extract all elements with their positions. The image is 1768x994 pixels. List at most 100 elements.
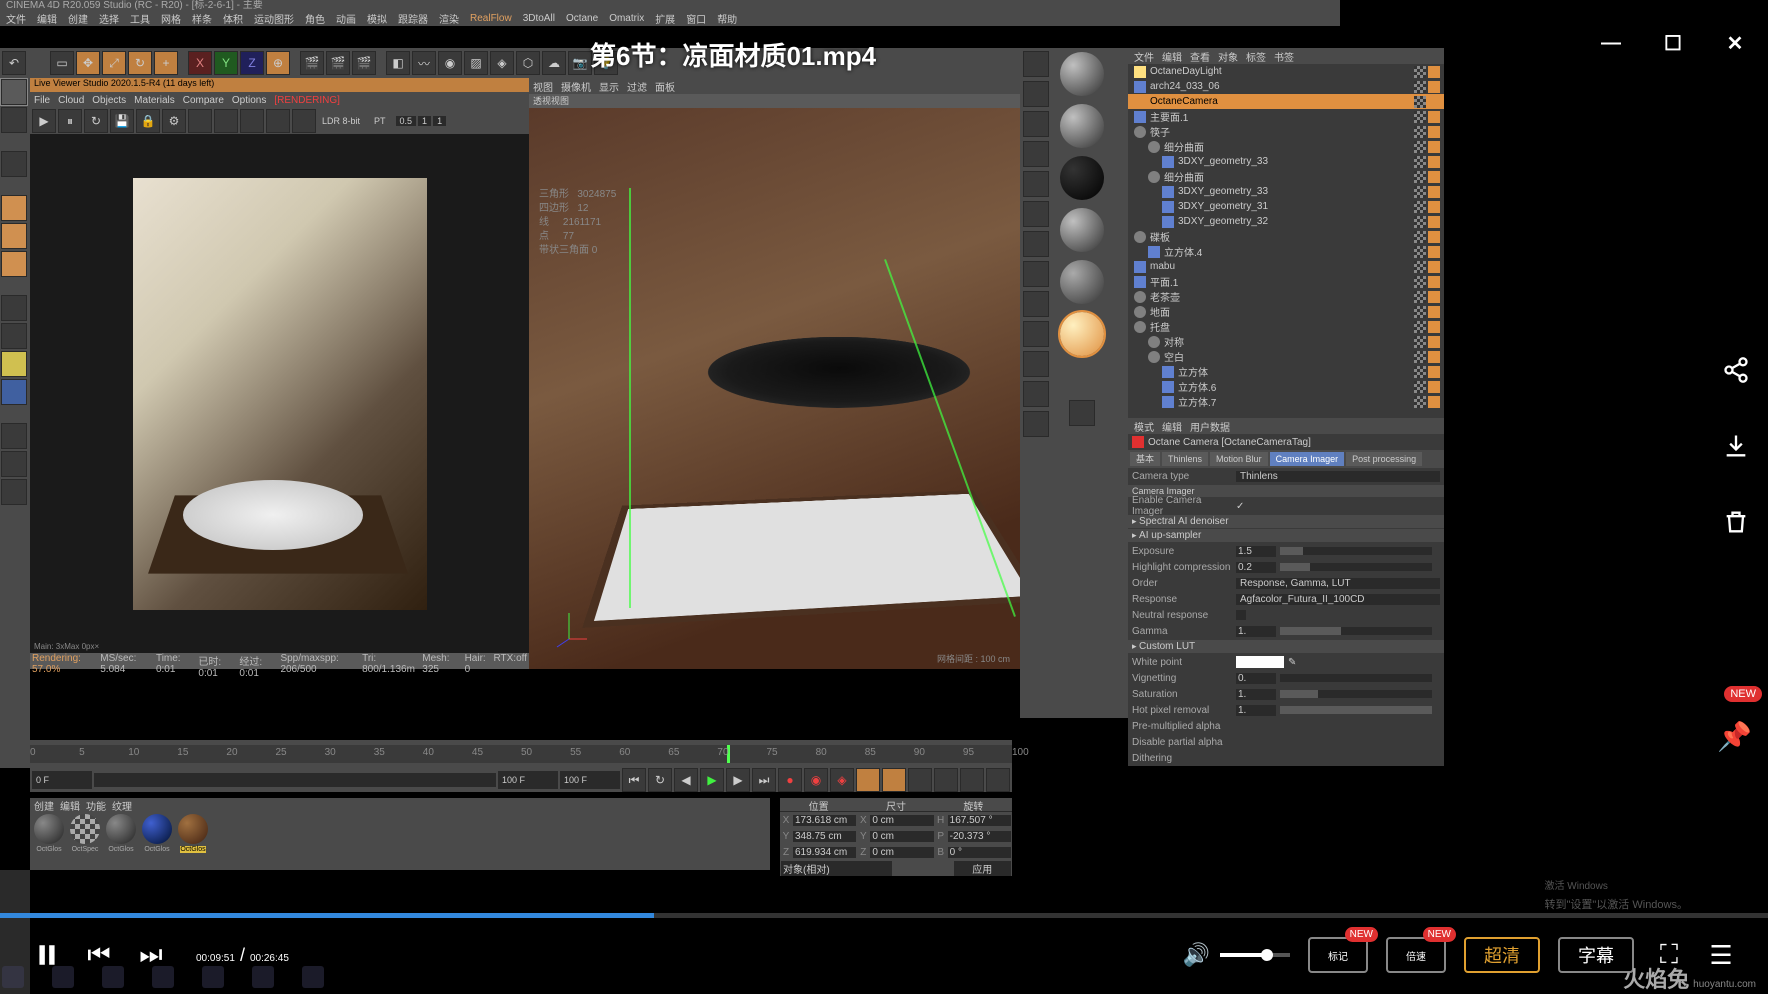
mat-tab[interactable]: 纹理 bbox=[112, 798, 132, 813]
world-toggle[interactable]: ⊕ bbox=[266, 51, 290, 75]
tag-icon[interactable] bbox=[1414, 171, 1426, 183]
tag-icon[interactable] bbox=[1428, 246, 1440, 258]
tag-icon[interactable] bbox=[1414, 186, 1426, 198]
speaker-icon[interactable]: 🔊 bbox=[1183, 942, 1210, 968]
lv-menu-item[interactable]: Materials bbox=[134, 95, 175, 106]
deformer-icon[interactable]: ▨ bbox=[464, 51, 488, 75]
tag-icon[interactable] bbox=[1428, 111, 1440, 123]
lv-btn[interactable] bbox=[214, 109, 238, 133]
tag-icon[interactable] bbox=[1428, 81, 1440, 93]
attr-tab[interactable]: 模式 bbox=[1134, 419, 1154, 434]
lv-field[interactable]: 1 bbox=[418, 116, 431, 126]
prev-frame-icon[interactable]: ◀ bbox=[674, 768, 698, 792]
render-preview[interactable]: Main: 3xMax 0px× bbox=[30, 134, 529, 653]
tag-icon[interactable] bbox=[1414, 366, 1426, 378]
tag-icon[interactable] bbox=[1414, 396, 1426, 408]
material-preview-sphere[interactable] bbox=[1060, 52, 1104, 96]
tag-icon[interactable] bbox=[1428, 231, 1440, 243]
speed-button[interactable]: 倍速NEW bbox=[1386, 937, 1446, 973]
section-header[interactable]: ▸ Custom LUT bbox=[1128, 640, 1444, 653]
render-button[interactable]: 🎬 bbox=[300, 51, 324, 75]
lv-menu-item[interactable]: Options bbox=[232, 95, 266, 106]
enable-checkbox[interactable]: ✓ bbox=[1236, 501, 1244, 512]
mark-button[interactable]: 标记NEW bbox=[1308, 937, 1368, 973]
lv-stop-icon[interactable]: ⏸ bbox=[58, 109, 82, 133]
cmd-icon[interactable] bbox=[1023, 201, 1049, 227]
object-row[interactable]: 3DXY_geometry_33 bbox=[1128, 154, 1444, 169]
tag-icon[interactable] bbox=[1414, 276, 1426, 288]
menu-item[interactable]: 角色 bbox=[305, 11, 325, 26]
model-mode-icon[interactable] bbox=[1, 79, 27, 105]
video-progress-bar[interactable] bbox=[0, 913, 1768, 918]
object-row[interactable]: 空白 bbox=[1128, 349, 1444, 364]
cmd-icon[interactable] bbox=[1023, 321, 1049, 347]
pin-icon[interactable]: 📌 bbox=[1717, 720, 1752, 753]
cmd-icon[interactable] bbox=[1023, 411, 1049, 437]
order-dropdown[interactable]: Response, Gamma, LUT bbox=[1236, 578, 1440, 589]
texture-mode-icon[interactable] bbox=[1, 151, 27, 177]
lv-menu-item[interactable]: Cloud bbox=[58, 95, 84, 106]
windows-taskbar[interactable] bbox=[2, 966, 324, 994]
axis-icon[interactable] bbox=[1, 479, 27, 505]
material-slot[interactable]: OctGlos bbox=[140, 814, 174, 853]
object-row[interactable]: 立方体.7 bbox=[1128, 394, 1444, 409]
object-row[interactable]: 细分曲面 bbox=[1128, 169, 1444, 184]
edge-mode-icon[interactable] bbox=[1, 223, 27, 249]
pos-y-field[interactable]: 348.75 cm bbox=[793, 831, 856, 842]
menu-item[interactable]: 网格 bbox=[161, 11, 181, 26]
saturation-slider[interactable] bbox=[1280, 690, 1432, 698]
generator-icon[interactable]: ◉ bbox=[438, 51, 462, 75]
menu-item[interactable]: RealFlow bbox=[470, 13, 512, 24]
tag-icon[interactable] bbox=[1414, 351, 1426, 363]
vp-menu-item[interactable]: 面板 bbox=[655, 79, 675, 94]
tag-icon[interactable] bbox=[1414, 246, 1426, 258]
menu-item[interactable]: 动画 bbox=[336, 11, 356, 26]
goto-start-icon[interactable]: ⏮ bbox=[622, 768, 646, 792]
menu-item[interactable]: 创建 bbox=[68, 11, 88, 26]
tag-icon[interactable] bbox=[1414, 306, 1426, 318]
object-row[interactable]: 主要面.1 bbox=[1128, 109, 1444, 124]
cmd-icon[interactable] bbox=[1023, 171, 1049, 197]
tag-icon[interactable] bbox=[1414, 216, 1426, 228]
highlight-slider[interactable] bbox=[1280, 563, 1432, 571]
tag-icon[interactable] bbox=[1428, 306, 1440, 318]
object-row[interactable]: arch24_033_06 bbox=[1128, 79, 1444, 94]
size-x-field[interactable]: 0 cm bbox=[870, 815, 933, 826]
camera-type-dropdown[interactable]: Thinlens bbox=[1236, 471, 1440, 482]
menu-item[interactable]: 文件 bbox=[6, 11, 26, 26]
tag-icon[interactable] bbox=[1414, 381, 1426, 393]
menu-item[interactable]: 体积 bbox=[223, 11, 243, 26]
rot-b-field[interactable]: 0 ° bbox=[948, 847, 1011, 858]
lv-btn[interactable] bbox=[292, 109, 316, 133]
pt-mode[interactable]: PT bbox=[374, 116, 386, 126]
object-row[interactable]: 平面.1 bbox=[1128, 274, 1444, 289]
ldr-mode-dropdown[interactable]: LDR 8-bit bbox=[322, 116, 360, 126]
hotpixel-field[interactable]: 1. bbox=[1236, 705, 1276, 716]
object-row[interactable]: 3DXY_geometry_31 bbox=[1128, 199, 1444, 214]
tag-icon[interactable] bbox=[1414, 156, 1426, 168]
om-tab[interactable]: 编辑 bbox=[1162, 49, 1182, 64]
object-row[interactable]: 对称 bbox=[1128, 334, 1444, 349]
lv-menu-item[interactable]: Objects bbox=[92, 95, 126, 106]
hotpixel-slider[interactable] bbox=[1280, 706, 1432, 714]
tl-btn[interactable] bbox=[934, 768, 958, 792]
cmd-icon[interactable] bbox=[1023, 141, 1049, 167]
cmd-icon[interactable] bbox=[1023, 351, 1049, 377]
material-preview-sphere[interactable] bbox=[1060, 312, 1104, 356]
tag-icon[interactable] bbox=[1414, 126, 1426, 138]
om-tab[interactable]: 对象 bbox=[1218, 49, 1238, 64]
neutral-checkbox[interactable] bbox=[1236, 610, 1246, 620]
pos-z-field[interactable]: 619.934 cm bbox=[793, 847, 856, 858]
material-preview-sphere[interactable] bbox=[1060, 260, 1104, 304]
cmd-icon[interactable] bbox=[1023, 81, 1049, 107]
rot-p-field[interactable]: -20.373 ° bbox=[948, 831, 1011, 842]
lv-gear-icon[interactable]: ⚙ bbox=[162, 109, 186, 133]
soft-select-icon[interactable] bbox=[1, 379, 27, 405]
object-row[interactable]: OctaneCamera bbox=[1128, 94, 1444, 109]
response-dropdown[interactable]: Agfacolor_Futura_II_100CD bbox=[1236, 594, 1440, 605]
vp-menu-item[interactable]: 显示 bbox=[599, 79, 619, 94]
material-slot[interactable]: OctGlos bbox=[32, 814, 66, 853]
tag-icon[interactable] bbox=[1428, 156, 1440, 168]
volume-control[interactable]: 🔊 bbox=[1183, 942, 1290, 968]
tag-icon[interactable] bbox=[1414, 321, 1426, 333]
